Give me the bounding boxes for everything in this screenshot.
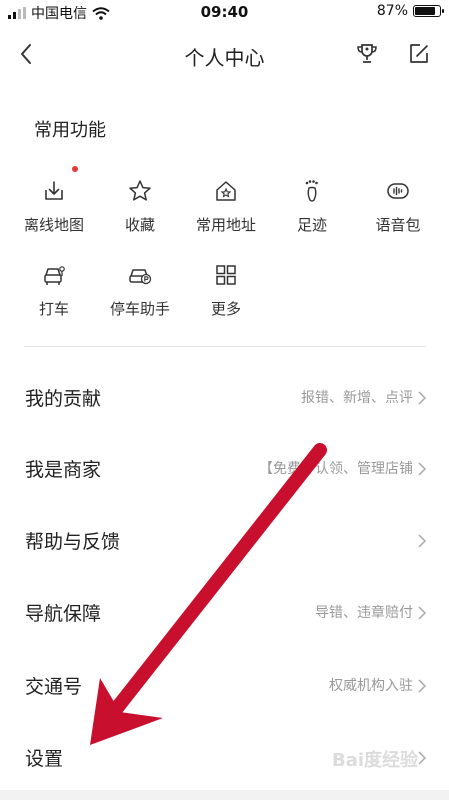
func-label: 更多 [210, 300, 241, 318]
chevron-right-icon [418, 534, 427, 548]
row-hint: 【免费】认领、管理店铺 [259, 461, 413, 477]
common-functions-title: 常用功能 [34, 120, 106, 141]
chevron-right-icon [418, 679, 427, 693]
row-hint: 导错、违章赔付 [315, 605, 413, 621]
func-parking-assistant[interactable]: 停车助手 [95, 262, 185, 332]
menu-my-contribution[interactable]: 我的贡献 报错、新增、点评 [0, 370, 449, 426]
bottom-strip [0, 790, 449, 800]
grid-icon [216, 265, 236, 285]
func-footprint[interactable]: 足迹 [267, 178, 357, 248]
chevron-right-icon [418, 462, 427, 476]
row-label: 导航保障 [25, 603, 102, 625]
notification-dot [72, 166, 78, 172]
func-label: 足迹 [296, 216, 327, 234]
status-bar: 中国电信 09:40 87% [0, 0, 449, 24]
status-right: 87% [376, 3, 444, 19]
menu-traffic-account[interactable]: 交通号 权威机构入驻 [0, 658, 449, 714]
func-more[interactable]: 更多 [181, 262, 271, 332]
page-title: 个人中心 [184, 46, 265, 70]
download-tray-icon [45, 181, 63, 200]
func-label: 收藏 [124, 216, 155, 234]
edit-icon[interactable] [405, 40, 433, 68]
chevron-right-icon [418, 606, 427, 620]
func-offline-map[interactable]: 离线地图 [9, 166, 99, 248]
func-label: 离线地图 [23, 216, 84, 234]
battery-fill [415, 7, 435, 15]
func-label: 语音包 [375, 216, 421, 234]
section-divider [24, 346, 426, 347]
parking-car-icon [129, 269, 152, 285]
row-label: 帮助与反馈 [25, 531, 121, 553]
row-label: 设置 [25, 748, 64, 770]
func-taxi[interactable]: 打车 [9, 262, 99, 332]
menu-merchant[interactable]: 我是商家 【免费】认领、管理店铺 [0, 441, 449, 497]
menu-help-feedback[interactable]: 帮助与反馈 [0, 513, 449, 569]
star-icon [129, 180, 151, 201]
func-voice-pack[interactable]: 语音包 [353, 178, 443, 248]
taxi-icon [44, 266, 65, 285]
func-favorites[interactable]: 收藏 [95, 178, 185, 248]
trophy-icon[interactable] [353, 40, 381, 68]
footprint-icon [305, 180, 318, 202]
row-hint: 权威机构入驻 [329, 678, 413, 694]
func-label: 打车 [38, 300, 69, 318]
row-hint: 报错、新增、点评 [301, 390, 413, 406]
nav-bar: 个人中心 [0, 30, 449, 78]
watermark: Bai度经验 [332, 750, 419, 771]
battery-icon [413, 5, 444, 17]
row-label: 交通号 [25, 676, 83, 698]
battery-percent: 87% [376, 3, 408, 19]
row-label: 我是商家 [25, 459, 102, 481]
home-star-icon [216, 181, 236, 201]
voice-icon [387, 183, 409, 199]
menu-navigation-guarantee[interactable]: 导航保障 导错、违章赔付 [0, 585, 449, 641]
chevron-right-icon [418, 751, 427, 765]
row-label: 我的贡献 [25, 388, 102, 410]
func-common-address[interactable]: 常用地址 [181, 178, 271, 248]
func-label: 常用地址 [195, 216, 256, 234]
chevron-right-icon [418, 391, 427, 405]
func-label: 停车助手 [109, 300, 170, 318]
